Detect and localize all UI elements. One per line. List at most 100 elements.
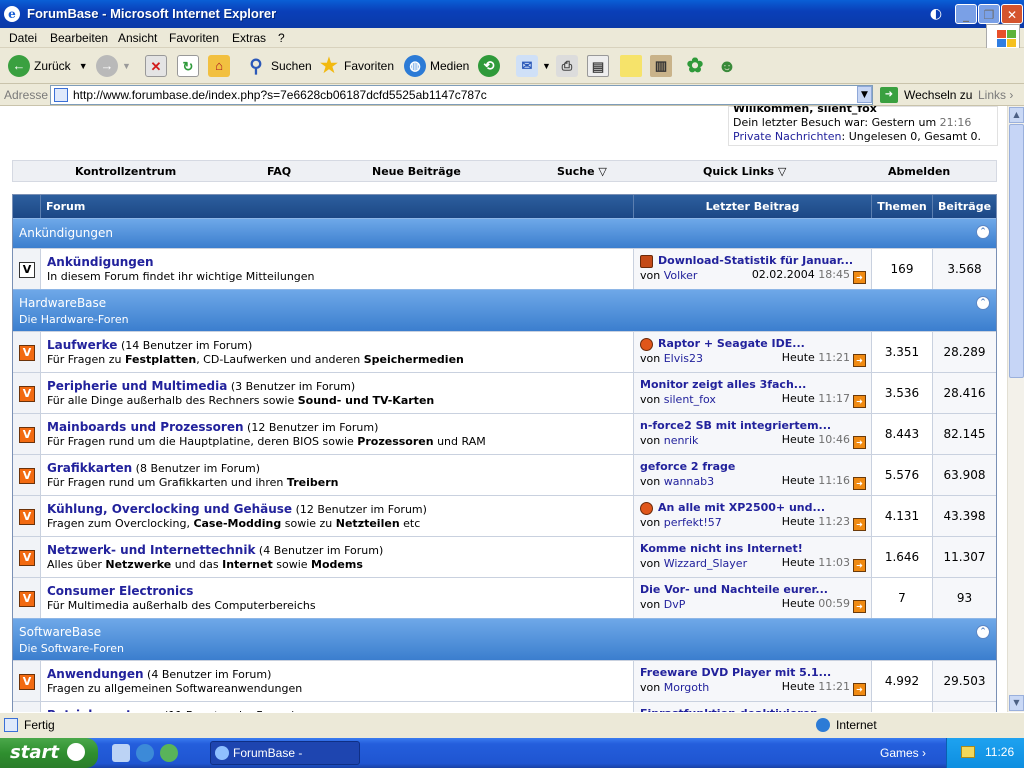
scroll-down-icon[interactable]: ▼ [1009,695,1024,711]
forum-users: (8 Benutzer im Forum) [132,462,261,475]
scroll-thumb[interactable] [1009,124,1024,378]
quicklaunch-ie-icon[interactable] [136,744,154,762]
search-button[interactable]: ⚲ Suchen [245,52,311,80]
menu-help[interactable]: ? [278,31,285,45]
vertical-scrollbar[interactable]: ▲ ▼ [1007,106,1024,712]
stop-button[interactable]: ✕ [145,52,171,80]
last-post-author[interactable]: Morgoth [664,681,710,694]
scroll-up-icon[interactable]: ▲ [1009,107,1024,123]
last-post-author[interactable]: wannab3 [664,475,714,488]
collapse-icon[interactable]: ⌃ [976,625,990,639]
links-button[interactable]: Links › [978,88,1013,102]
menu-bearbeiten[interactable]: Bearbeiten [50,31,108,45]
last-post-title[interactable]: An alle mit XP2500+ und... [640,501,866,515]
goto-last-post-icon[interactable]: ➜ [853,600,866,613]
menu-extras[interactable]: Extras [232,31,266,45]
forum-title-link[interactable]: Mainboards und Prozessoren [47,420,244,434]
forum-title-link[interactable]: Anwendungen [47,667,144,681]
last-post-title[interactable]: n-force2 SB mit integriertem... [640,419,866,433]
goto-last-post-icon[interactable]: ➜ [853,271,866,284]
nav-kontrollzentrum[interactable]: Kontrollzentrum [75,165,176,178]
forum-title-link[interactable]: Netzwerk- und Internettechnik [47,543,255,557]
nav-suche[interactable]: Suche ▽ [557,165,607,178]
category-header[interactable]: SoftwareBase Die Software-Foren ⌃ [13,618,996,660]
close-button[interactable]: ✕ [1001,4,1023,24]
media-button[interactable]: ◍ Medien [404,52,469,80]
quicklaunch-messenger-icon[interactable] [160,744,178,762]
nav-faq[interactable]: FAQ [267,165,291,178]
toolbar-games[interactable]: Games › [880,746,926,760]
back-button[interactable]: ← Zurück ▼ [8,52,88,80]
forum-title-link[interactable]: Kühlung, Overclocking und Gehäuse [47,502,292,516]
goto-last-post-icon[interactable]: ➜ [853,559,866,572]
last-post-author[interactable]: Volker [664,269,698,282]
forward-button[interactable]: → ▼ [96,52,131,80]
menu-datei[interactable]: Datei [9,31,37,45]
last-post-title[interactable]: Freeware DVD Player mit 5.1... [640,666,866,680]
last-post-author[interactable]: perfekt!57 [664,516,722,529]
goto-last-post-icon[interactable]: ➜ [853,354,866,367]
forum-title-link[interactable]: Ankündigungen [47,255,154,269]
nav-quick-links[interactable]: Quick Links ▽ [703,165,786,178]
history-button[interactable]: ⟲ [478,52,504,80]
table-row: V Consumer Electronics Für Multimedia au… [13,577,996,618]
goto-last-post-icon[interactable]: ➜ [853,683,866,696]
refresh-button[interactable]: ↻ [177,52,203,80]
topics-count [872,702,933,712]
last-post-author[interactable]: DvP [664,598,686,611]
icq-button[interactable]: ✿ [684,52,710,80]
address-dropdown-icon[interactable]: ▼ [857,86,872,103]
menu-favoriten[interactable]: Favoriten [169,31,219,45]
category-header[interactable]: HardwareBase Die Hardware-Foren ⌃ [13,289,996,331]
start-button[interactable]: start [0,738,98,768]
address-input[interactable]: http://www.forumbase.de/index.php?s=7e66… [50,85,873,105]
minimize-button[interactable]: _ [955,4,977,24]
goto-last-post-icon[interactable]: ➜ [853,518,866,531]
collapse-icon[interactable]: ⌃ [976,296,990,310]
last-post-title[interactable]: Monitor zeigt alles 3fach... [640,378,866,392]
goto-last-post-icon[interactable]: ➜ [853,477,866,490]
goto-last-post-icon[interactable]: ➜ [853,436,866,449]
last-post-author[interactable]: silent_fox [664,393,716,406]
go-button[interactable]: ➜ Wechseln zu [880,87,972,103]
last-post-author[interactable]: Wizzard_Slayer [664,557,747,570]
forum-title-link[interactable]: Peripherie und Multimedia [47,379,227,393]
last-post-author[interactable]: nenrik [664,434,699,447]
research-button[interactable]: ▥ [650,52,676,80]
category-header[interactable]: Ankündigungen ⌃ [13,218,996,248]
forum-title-link[interactable]: Consumer Electronics [47,584,193,598]
quicklaunch-desktop-icon[interactable] [112,744,130,762]
menu-ansicht[interactable]: Ansicht [118,31,157,45]
category-name: Ankündigungen [19,226,113,240]
mail-button[interactable]: ✉ ▼ [516,52,551,80]
goto-last-post-icon[interactable]: ➜ [853,395,866,408]
forum-title-link[interactable]: Laufwerke [47,338,117,352]
edit-button[interactable]: ▤ [587,52,613,80]
discuss-button[interactable] [620,52,646,80]
clock[interactable]: 11:26 [985,745,1014,759]
last-post-title[interactable]: Komme nicht ins Internet! [640,542,866,556]
forum-title-link[interactable]: Grafikkarten [47,461,132,475]
last-post-title[interactable]: Raptor + Seagate IDE... [640,337,866,351]
maximize-button[interactable]: ❐ [978,4,1000,24]
collapse-icon[interactable]: ⌃ [976,225,990,239]
last-post-title[interactable]: geforce 2 frage [640,460,866,474]
nav-abmelden[interactable]: Abmelden [888,165,950,178]
forum-users: (12 Benutzer im Forum) [292,503,427,516]
last-post-author[interactable]: Elvis23 [664,352,703,365]
messenger-button[interactable]: ☻ [716,52,742,80]
last-post-title[interactable]: Download-Statistik für Januar... [640,254,866,268]
back-dropdown-icon[interactable]: ▼ [79,61,88,71]
tray-network-icon[interactable] [961,746,975,758]
favorites-button[interactable]: ★ Favoriten [318,52,394,80]
nav-neue-beitraege[interactable]: Neue Beiträge [372,165,461,178]
messenger-icon: ☻ [717,56,737,76]
last-post-title[interactable]: Die Vor- und Nachteile eurer... [640,583,866,597]
print-button[interactable]: ⎙ [556,52,582,80]
mail-dropdown-icon[interactable]: ▼ [542,61,551,71]
taskbar-item-forumbase[interactable]: ForumBase - Microsof... [210,741,360,765]
topics-count: 4.131 [872,496,933,536]
private-messages-link[interactable]: Private Nachrichten [733,130,842,143]
home-button[interactable]: ⌂ [208,52,234,80]
last-post-time: 18:45 [818,268,850,281]
